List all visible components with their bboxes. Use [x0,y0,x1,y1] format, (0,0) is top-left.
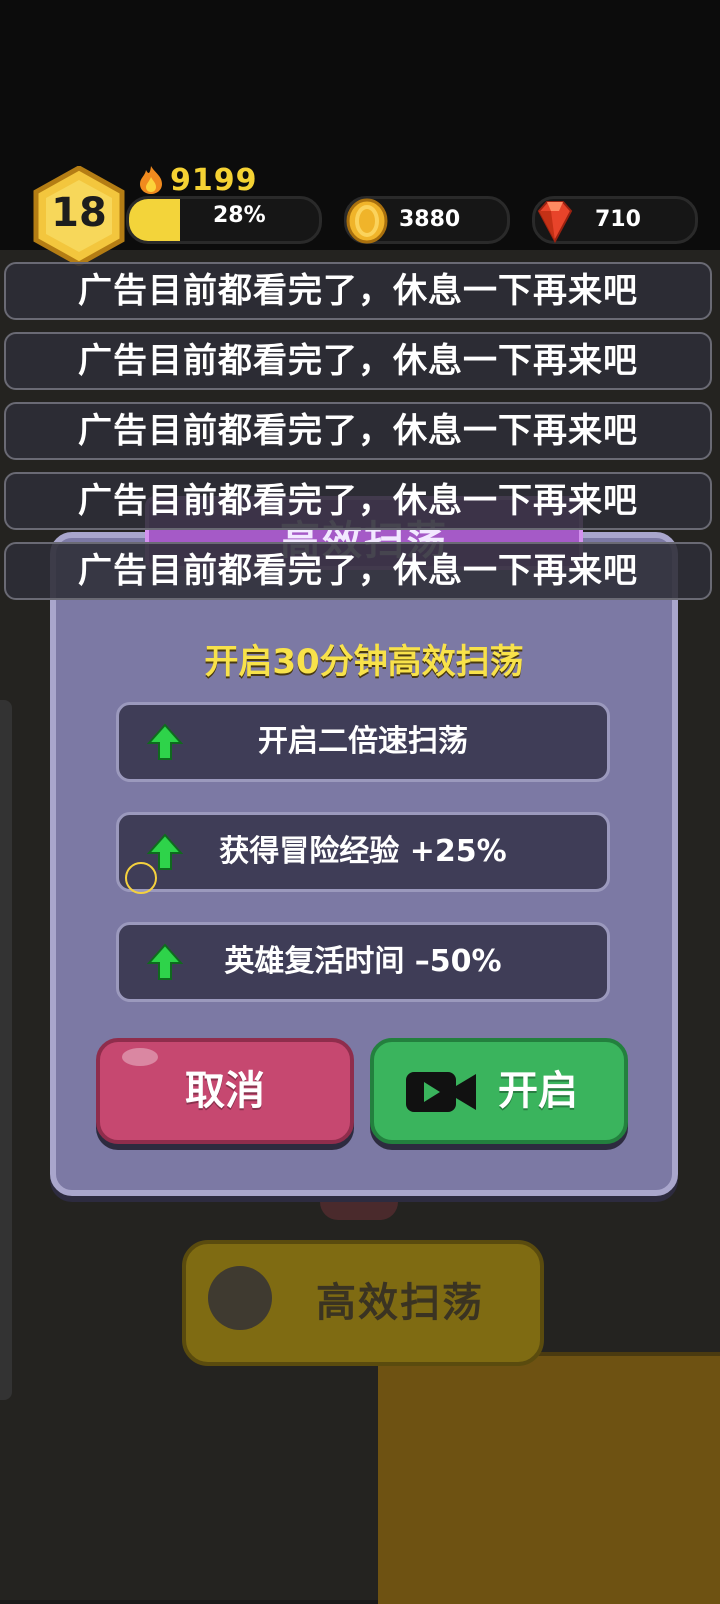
benefit-row: 英雄复活时间 –50% [116,922,610,1002]
ad-notice-toast: 广告目前都看完了，休息一下再来吧 [4,542,712,600]
ad-notice-toast: 广告目前都看完了，休息一下再来吧 [4,332,712,390]
cancel-button-label: 取消 [185,1068,265,1114]
cancel-button[interactable]: 取消 [96,1038,354,1144]
gem-value: 710 [595,207,641,232]
gold-coin-icon [346,198,388,244]
level-badge[interactable]: 18 [32,165,126,267]
background-sweep-button: 高效扫荡 [182,1240,544,1366]
player-level: 18 [51,190,107,236]
experience-bar: 28% [126,196,322,244]
dialog-heading: 开启30分钟高效扫荡 [204,642,524,682]
open-ad-button[interactable]: 开启 [370,1038,628,1144]
open-button-label: 开启 [498,1068,578,1114]
experience-fill [129,199,180,241]
experience-percent: 28% [213,203,266,228]
sweep-axe-icon [208,1266,272,1330]
benefit-row: 开启二倍速扫荡 [116,702,610,782]
benefit-row: 获得冒险经验 +25% [116,812,610,892]
side-panel-edge [0,700,12,1400]
power-value: 9199 [170,162,258,198]
gold-value: 3880 [399,207,461,232]
benefit-text: 英雄复活时间 –50% [224,944,502,979]
red-gem-icon [537,201,573,244]
touch-indicator [125,862,157,894]
ad-notice-toast: 广告目前都看完了，休息一下再来吧 [4,472,712,530]
video-camera-icon [406,1072,476,1112]
power-display: 9199 [138,160,258,200]
benefit-text: 开启二倍速扫荡 [258,724,468,759]
gold-counter[interactable]: 3880 [344,196,510,244]
flame-icon [140,166,162,194]
lava-area [378,1352,720,1604]
gem-counter[interactable]: 710 [532,196,698,244]
ad-notice-toast: 广告目前都看完了，休息一下再来吧 [4,402,712,460]
background-sweep-label: 高效扫荡 [316,1280,484,1326]
ad-notice-toast: 广告目前都看完了，休息一下再来吧 [4,262,712,320]
benefit-text: 获得冒险经验 +25% [219,834,507,869]
